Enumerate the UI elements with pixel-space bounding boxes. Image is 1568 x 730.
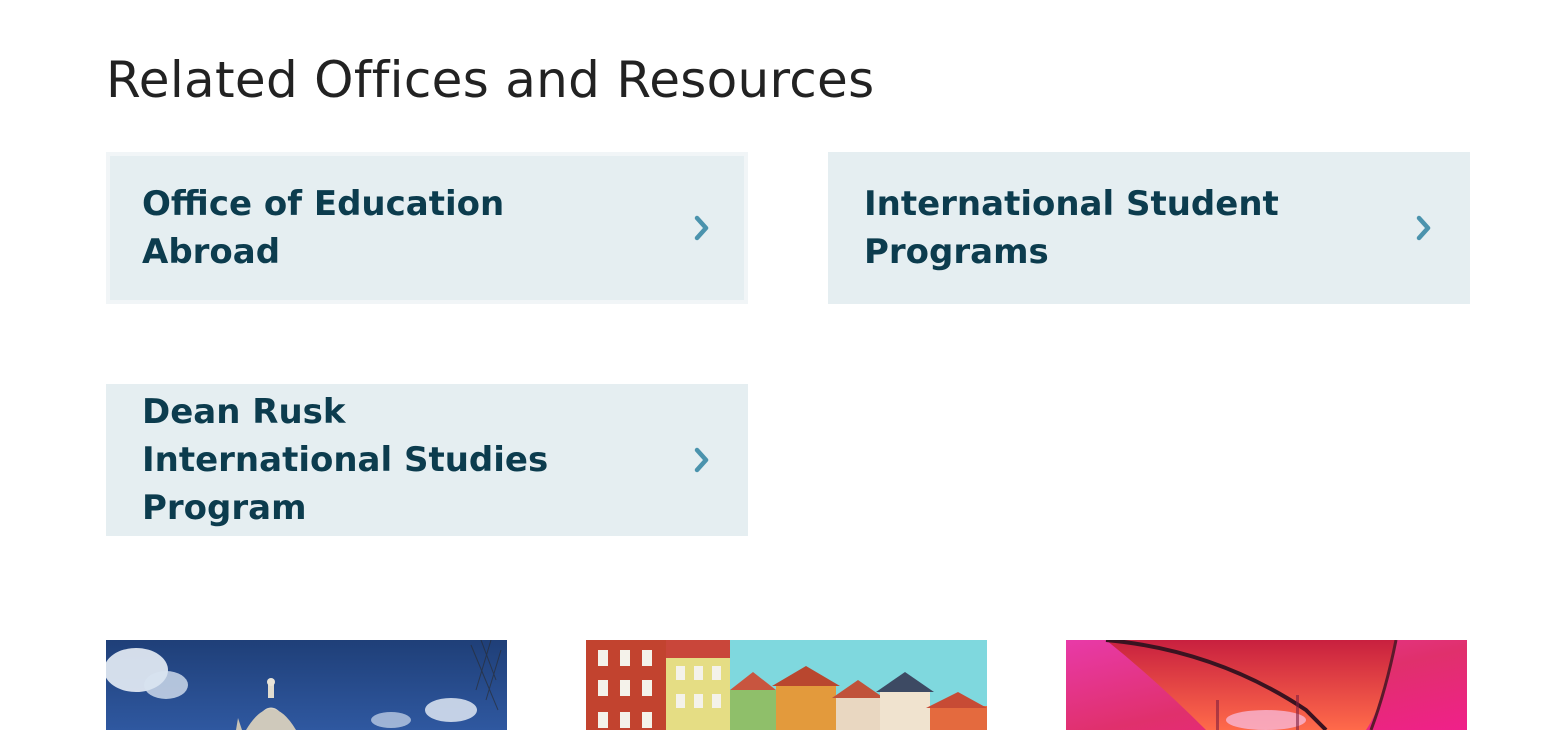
pink-glass-panorama-photo[interactable] (1066, 640, 1467, 730)
resource-card-international-student-programs[interactable]: International Student Programs (828, 152, 1470, 304)
resource-card-dean-rusk[interactable]: Dean Rusk International Studies Program (106, 384, 748, 536)
resource-card-education-abroad[interactable]: Office of Education Abroad (106, 152, 748, 304)
resource-card-label: Office of Education Abroad (142, 184, 505, 272)
chevron-right-icon (692, 213, 712, 243)
section-title: Related Offices and Resources (106, 51, 875, 109)
chevron-right-icon (1414, 213, 1434, 243)
resource-card-label: Dean Rusk International Studies Program (142, 392, 549, 528)
chevron-right-icon (692, 445, 712, 475)
resource-card-label: International Student Programs (864, 184, 1279, 272)
page: Related Offices and Resources Office of … (0, 0, 1568, 730)
harbor-townhouses-photo[interactable] (586, 640, 987, 730)
cathedral-photo[interactable] (106, 640, 507, 730)
